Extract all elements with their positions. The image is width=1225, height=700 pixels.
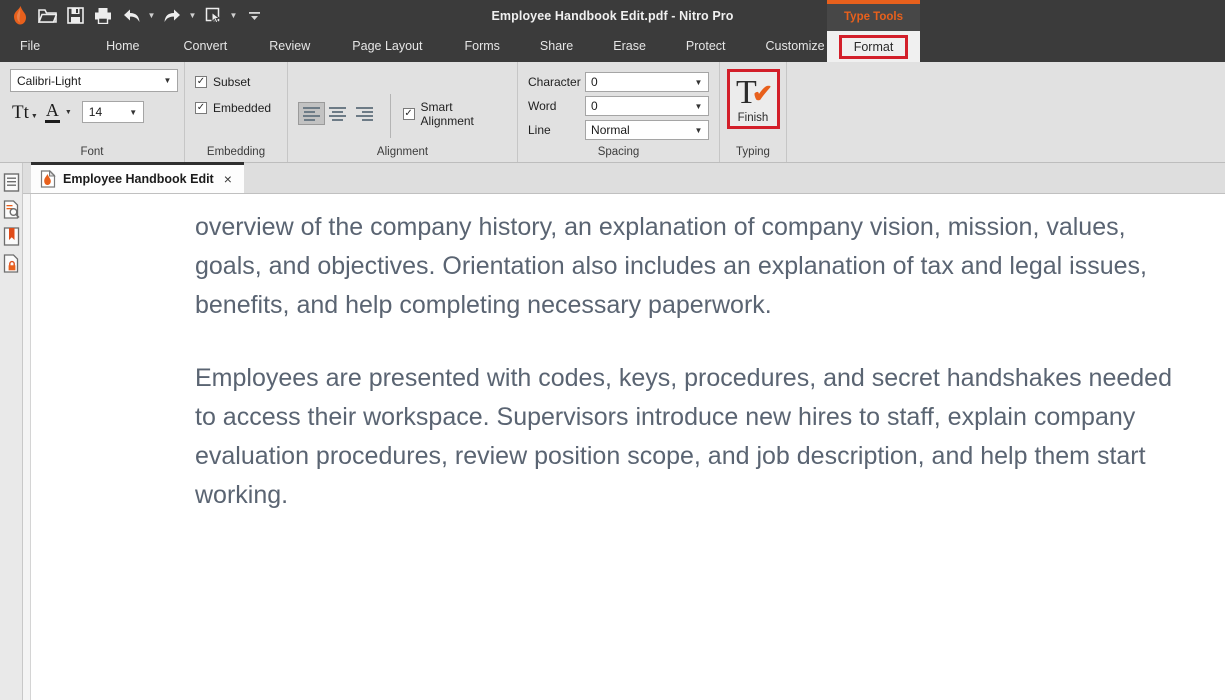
menu-tab-review[interactable]: Review xyxy=(259,31,320,62)
divider xyxy=(389,94,391,138)
pdf-file-icon xyxy=(40,170,56,188)
navigation-pane xyxy=(0,163,23,700)
menu-tab-customize[interactable]: Customize xyxy=(756,31,835,62)
spacing-character-combo[interactable]: 0 ▼ xyxy=(585,72,709,92)
quick-access-toolbar: ▼ ▼ ▼ xyxy=(0,3,267,29)
spacing-word-label: Word xyxy=(528,99,557,113)
select-tool-dropdown-caret-icon[interactable]: ▼ xyxy=(228,3,239,29)
workspace: Employee Handbook Edit × overview of the… xyxy=(0,162,1225,700)
undo-dropdown-caret-icon[interactable]: ▼ xyxy=(146,3,157,29)
customize-toolbar-button[interactable] xyxy=(241,3,267,29)
nitro-flame-logo[interactable] xyxy=(6,3,32,29)
tab-format[interactable]: Format xyxy=(838,34,909,59)
chevron-down-icon[interactable]: ▼ xyxy=(158,70,177,91)
chevron-down-icon[interactable]: ▼ xyxy=(689,73,708,91)
select-tool-button[interactable] xyxy=(200,3,226,29)
print-button[interactable] xyxy=(90,3,116,29)
checkbox-embedded-label: Embedded xyxy=(213,101,272,115)
pdf-page[interactable]: overview of the company history, an expl… xyxy=(30,194,1225,700)
menu-tab-forms[interactable]: Forms xyxy=(454,31,509,62)
document-tab-strip: Employee Handbook Edit × xyxy=(23,162,1225,194)
checkbox-smart-alignment-label: Smart Alignment xyxy=(420,99,474,128)
spacing-row-character: Character 0 ▼ xyxy=(528,72,709,92)
spacing-row-line: Line Normal ▼ xyxy=(528,120,709,140)
redo-dropdown-caret-icon[interactable]: ▼ xyxy=(187,3,198,29)
text-style-button[interactable]: Tt ▼ xyxy=(10,102,40,123)
contextual-tab-group-type-tools: Type Tools xyxy=(827,0,920,31)
ribbon-group-label-font: Font xyxy=(80,146,104,158)
ribbon-group-font: Calibri-Light ▼ Tt ▼ A ▼ 14 ▼ Font xyxy=(0,62,185,162)
text-finish-check-icon: T ✔ xyxy=(736,74,773,111)
font-size-value: 14 xyxy=(88,105,103,119)
chevron-down-icon[interactable]: ▼ xyxy=(65,109,72,116)
chevron-down-icon[interactable]: ▼ xyxy=(689,97,708,115)
menu-tab-home[interactable]: Home xyxy=(96,31,149,62)
spacing-line-value: Normal xyxy=(591,123,630,137)
ribbon-group-label-typing: Typing xyxy=(736,146,770,158)
ribbon-group-typing: T ✔ Finish Typing xyxy=(720,62,787,162)
finish-button[interactable]: T ✔ Finish xyxy=(726,69,780,129)
menu-tab-share[interactable]: Share xyxy=(530,31,583,62)
spacing-word-combo[interactable]: 0 ▼ xyxy=(585,96,709,116)
open-file-button[interactable] xyxy=(34,3,60,29)
ribbon-group-embedding: ✓ Subset ✓ Embedded Embedding xyxy=(185,62,288,162)
menu-tab-file[interactable]: File xyxy=(10,31,50,62)
spacing-line-combo[interactable]: Normal ▼ xyxy=(585,120,709,140)
save-button[interactable] xyxy=(62,3,88,29)
checkmark-icon[interactable]: ✓ xyxy=(195,102,207,114)
document-tab-title: Employee Handbook Edit xyxy=(63,172,214,186)
ribbon-group-spacing: Character 0 ▼ Word 0 ▼ Line Normal ▼ Spa… xyxy=(518,62,720,162)
ribbon: Calibri-Light ▼ Tt ▼ A ▼ 14 ▼ Font ✓ Sub… xyxy=(0,62,1225,163)
spacing-character-value: 0 xyxy=(591,75,598,89)
ribbon-group-label-alignment: Alignment xyxy=(376,146,429,158)
font-color-a-icon: A xyxy=(45,99,59,120)
menu-tab-erase[interactable]: Erase xyxy=(603,31,656,62)
menu-bar: File Home Convert Review Page Layout For… xyxy=(0,31,1225,62)
title-bar: ▼ ▼ ▼ Employee Handbook Edit.pdf - Nitro… xyxy=(0,0,1225,31)
spacing-row-word: Word 0 ▼ xyxy=(528,96,709,116)
chevron-down-icon[interactable]: ▼ xyxy=(124,102,143,122)
paragraph-2: Employees are presented with codes, keys… xyxy=(195,364,1172,509)
menu-tab-protect[interactable]: Protect xyxy=(676,31,736,62)
spacing-line-label: Line xyxy=(528,123,551,137)
checkbox-subset-label: Subset xyxy=(213,75,251,89)
align-left-button[interactable] xyxy=(298,102,325,125)
menu-tab-page-layout[interactable]: Page Layout xyxy=(342,31,432,62)
bookmark-ribbon-icon[interactable] xyxy=(3,227,20,246)
menu-tab-convert[interactable]: Convert xyxy=(174,31,238,62)
tt-icon: Tt xyxy=(12,101,29,123)
checkbox-subset[interactable]: ✓ Subset xyxy=(195,75,277,89)
document-tab[interactable]: Employee Handbook Edit × xyxy=(31,162,244,193)
checkmark-icon[interactable]: ✓ xyxy=(195,76,207,88)
document-search-icon[interactable] xyxy=(3,200,20,219)
font-color-button[interactable]: A xyxy=(43,99,62,123)
ribbon-group-label-embedding: Embedding xyxy=(206,146,266,158)
checkbox-smart-alignment[interactable]: ✓ Smart Alignment xyxy=(402,99,507,128)
font-family-value: Calibri-Light xyxy=(17,73,82,88)
checkbox-embedded[interactable]: ✓ Embedded xyxy=(195,101,277,115)
font-color-swatch xyxy=(44,119,60,123)
document-lock-icon[interactable] xyxy=(3,254,20,273)
page-content: overview of the company history, an expl… xyxy=(31,194,1225,515)
align-center-button[interactable] xyxy=(325,102,352,125)
align-right-button[interactable] xyxy=(351,102,378,125)
redo-button[interactable] xyxy=(159,3,185,29)
chevron-down-icon[interactable]: ▼ xyxy=(689,121,708,139)
font-family-combo[interactable]: Calibri-Light ▼ xyxy=(10,69,178,92)
undo-button[interactable] xyxy=(118,3,144,29)
ribbon-group-label-spacing: Spacing xyxy=(597,146,640,158)
chevron-down-icon[interactable]: ▼ xyxy=(31,113,38,120)
document-area: Employee Handbook Edit × overview of the… xyxy=(23,162,1225,700)
close-icon[interactable]: × xyxy=(221,171,235,187)
contextual-group-label: Type Tools xyxy=(844,11,903,23)
spacing-character-label: Character xyxy=(528,75,581,89)
checkmark-icon[interactable]: ✓ xyxy=(402,107,415,120)
ribbon-group-alignment: ✓ Smart Alignment Alignment xyxy=(288,62,518,162)
pages-thumbnail-icon[interactable] xyxy=(3,173,20,192)
font-size-combo[interactable]: 14 ▼ xyxy=(81,101,144,123)
paragraph-1: overview of the company history, an expl… xyxy=(195,213,1147,319)
page-scroll-container[interactable]: overview of the company history, an expl… xyxy=(23,194,1225,700)
contextual-tab-format-container: Format xyxy=(827,31,920,62)
spacing-word-value: 0 xyxy=(591,99,598,113)
